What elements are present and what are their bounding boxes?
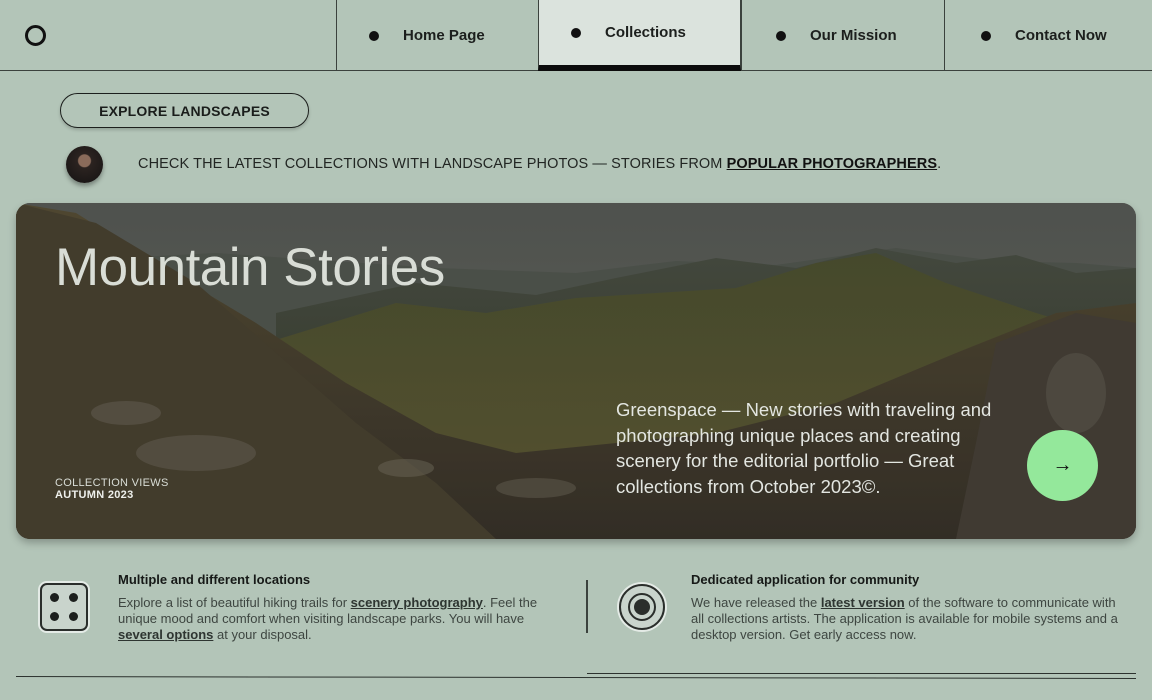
- footer-divider: [15, 676, 1136, 679]
- collection-views-label: COLLECTION VIEWS: [55, 477, 169, 489]
- promo-end: .: [937, 156, 942, 172]
- feature-text-application: We have released the latest version of t…: [691, 595, 1129, 643]
- bullet-icon: [981, 30, 991, 41]
- arrow-right-icon: →: [1052, 454, 1073, 476]
- feature-divider: [586, 580, 588, 633]
- explore-landscapes-button[interactable]: EXPLORE LANDSCAPES: [60, 93, 309, 128]
- nav-item-collections[interactable]: Collections: [538, 0, 741, 71]
- feature-text-locations: Explore a list of beautiful hiking trail…: [118, 595, 558, 643]
- nav-item-home[interactable]: Home Page: [336, 0, 538, 71]
- top-navigation: Home Page Collections Our Mission Contac…: [0, 0, 1152, 71]
- bullet-icon: [369, 30, 379, 41]
- latest-version-link[interactable]: latest version: [821, 595, 905, 610]
- scenery-photography-link[interactable]: scenery photography: [351, 595, 483, 610]
- feature-title-application: Dedicated application for community: [691, 572, 920, 587]
- several-options-link[interactable]: several options: [118, 627, 213, 642]
- next-arrow-button[interactable]: →: [1027, 430, 1098, 501]
- nav-item-label: Collections: [605, 24, 686, 41]
- promo-prefix: CHECK THE LATEST COLLECTIONS WITH LANDSC…: [138, 156, 727, 172]
- dice-icon: [40, 583, 88, 631]
- feature-text-part: at your disposal.: [213, 627, 312, 642]
- nav-item-mission[interactable]: Our Mission: [741, 0, 945, 71]
- nav-item-contact[interactable]: Contact Now: [944, 0, 1152, 71]
- feature-text-part: Explore a list of beautiful hiking trail…: [118, 595, 351, 610]
- nav-item-label: Home Page: [403, 27, 485, 44]
- promo-text: CHECK THE LATEST COLLECTIONS WITH LANDSC…: [138, 156, 941, 172]
- hero-title: Mountain Stories: [55, 238, 445, 297]
- target-icon: [619, 584, 665, 630]
- logo-ring-icon[interactable]: [25, 25, 46, 46]
- hero-description: Greenspace — New stories with traveling …: [616, 399, 992, 497]
- popular-photographers-link[interactable]: POPULAR PHOTOGRAPHERS: [727, 156, 938, 172]
- bullet-icon: [571, 27, 581, 38]
- hero-banner: Mountain Stories COLLECTION VIEWS AUTUMN…: [16, 203, 1136, 539]
- bullet-icon: [776, 30, 786, 41]
- feature-title-locations: Multiple and different locations: [118, 572, 311, 587]
- feature-text-part: We have released the: [691, 595, 821, 610]
- photographer-avatar[interactable]: [66, 146, 103, 183]
- nav-item-label: Our Mission: [810, 27, 897, 44]
- collection-season-label: AUTUMN 2023: [55, 489, 134, 501]
- footer-divider-right: [587, 673, 1136, 674]
- nav-item-label: Contact Now: [1015, 27, 1107, 44]
